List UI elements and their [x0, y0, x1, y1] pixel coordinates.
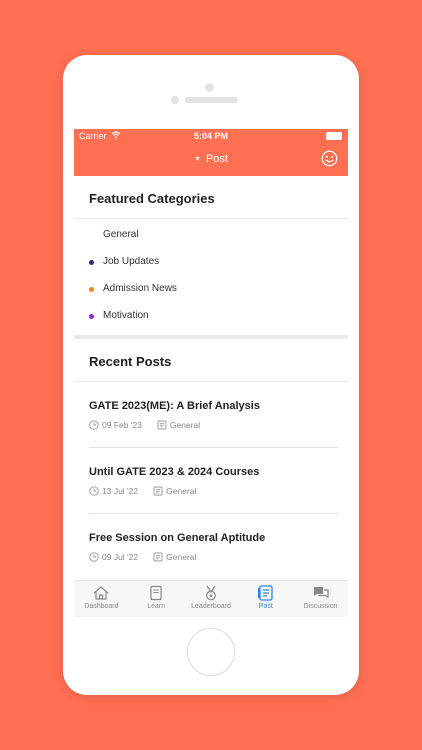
post-date: 09 Jul '22 [102, 552, 139, 562]
tab-label: Post [258, 603, 273, 610]
category-icon [157, 420, 167, 430]
tab-label: Dashboard [84, 603, 119, 610]
category-item-admission-news[interactable]: Admission News [74, 279, 348, 306]
earpiece-speaker [185, 97, 238, 103]
book-icon [150, 585, 162, 601]
home-button[interactable] [187, 628, 235, 676]
category-item-job-updates[interactable]: Job Updates [74, 252, 348, 279]
category-label: Job Updates [103, 256, 160, 267]
category-item-motivation[interactable]: Motivation [74, 306, 348, 333]
category-dot [89, 287, 94, 292]
tab-bar: Dashboard Learn Leaderboard Post Discuss… [74, 580, 348, 617]
phone-frame: Carrier 5:04 PM ▼ Post Featured Categorie… [63, 55, 359, 695]
chat-icon [313, 587, 329, 599]
clock-icon [89, 420, 99, 430]
category-label: Admission News [103, 283, 177, 294]
post-item[interactable]: Free Session on General Aptitude 09 Jul … [74, 514, 348, 580]
category-label: General [103, 229, 139, 240]
tab-label: Discussion [303, 603, 338, 610]
status-bar: Carrier 5:04 PM [74, 129, 348, 143]
tab-leaderboard[interactable]: Leaderboard [184, 581, 239, 617]
medal-icon [206, 585, 216, 601]
app-screen: Carrier 5:04 PM ▼ Post Featured Categorie… [74, 129, 348, 617]
nav-title-dropdown[interactable]: ▼ Post [74, 153, 348, 165]
tab-label: Leaderboard [191, 603, 231, 610]
home-icon [94, 586, 109, 600]
post-item[interactable]: Until GATE 2023 & 2024 Courses 13 Jul '2… [74, 448, 348, 514]
category-list: General Job Updates Admission News Motiv… [74, 219, 348, 333]
category-icon [153, 552, 163, 562]
post-title: GATE 2023(ME): A Brief Analysis [89, 400, 260, 412]
category-item-general[interactable]: General [74, 225, 348, 252]
post-meta: 13 Jul '22 General [89, 486, 196, 496]
tab-label: Learn [147, 603, 166, 610]
category-label: Motivation [103, 310, 149, 321]
front-camera [205, 83, 214, 92]
post-date: 09 Feb '23 [102, 420, 142, 430]
post-item[interactable]: GATE 2023(ME): A Brief Analysis 09 Feb '… [74, 382, 348, 448]
post-title: Until GATE 2023 & 2024 Courses [89, 466, 260, 478]
tab-learn[interactable]: Learn [129, 581, 184, 617]
post-title: Free Session on General Aptitude [89, 532, 266, 544]
post-meta: 09 Jul '22 General [89, 552, 196, 562]
caret-down-icon: ▼ [194, 156, 201, 163]
category-icon [153, 486, 163, 496]
featured-categories-section: Featured Categories General Job Updates … [74, 176, 348, 339]
category-dot [89, 260, 94, 265]
tab-post[interactable]: Post [238, 581, 293, 617]
document-icon [257, 585, 273, 601]
clock-icon [89, 552, 99, 562]
tab-discussion[interactable]: Discussion [293, 581, 348, 617]
post-category: General [169, 420, 201, 430]
post-category: General [166, 486, 197, 496]
recent-posts-title: Recent Posts [89, 354, 172, 369]
battery-icon [326, 132, 342, 140]
status-time: 5:04 PM [193, 131, 228, 141]
featured-categories-title: Featured Categories [89, 191, 215, 206]
sensor-dot [171, 96, 179, 104]
smiley-icon[interactable] [321, 150, 338, 167]
post-meta: 09 Feb '23 General [89, 420, 200, 430]
clock-icon [89, 486, 99, 496]
tab-dashboard[interactable]: Dashboard [74, 581, 129, 617]
post-date: 13 Jul '22 [102, 486, 139, 496]
nav-bar: ▼ Post [74, 143, 348, 176]
recent-posts-section: Recent Posts GATE 2023(ME): A Brief Anal… [74, 339, 348, 580]
category-dot [89, 314, 94, 319]
nav-title: Post [205, 153, 228, 165]
post-category: General [166, 552, 197, 562]
